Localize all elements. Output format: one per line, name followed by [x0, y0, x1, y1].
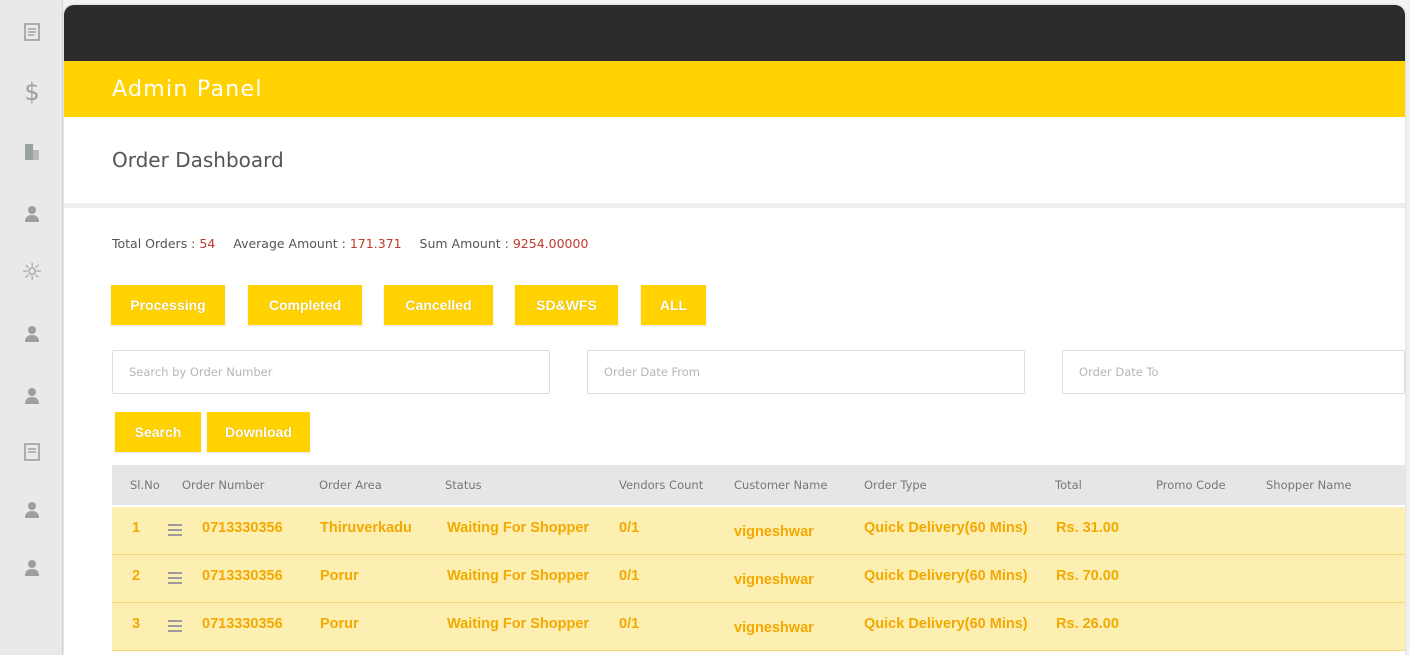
cancelled-filter-button[interactable]: Cancelled — [384, 285, 493, 325]
row-order-area: Thiruverkadu — [320, 520, 412, 536]
processing-filter-button[interactable]: Processing — [111, 285, 225, 325]
brand-bar: Admin Panel — [64, 61, 1405, 117]
header-sl-no[interactable]: Sl.No — [130, 478, 160, 492]
row-order-number[interactable]: 0713330356 — [202, 568, 283, 584]
user-icon[interactable] — [18, 320, 46, 348]
brand-title: Admin Panel — [112, 76, 263, 102]
total-orders-label: Total Orders : — [112, 236, 196, 251]
header-status[interactable]: Status — [445, 478, 482, 492]
row-order-number[interactable]: 0713330356 — [202, 520, 283, 536]
download-button-label: Download — [225, 424, 292, 440]
header-order-type[interactable]: Order Type — [864, 478, 927, 492]
row-vendors-count: 0/1 — [619, 520, 640, 536]
gear-icon[interactable]: ☼ — [18, 258, 46, 286]
orders-table-header: Sl.No Order Number Order Area Status Ven… — [112, 465, 1405, 505]
dollar-icon[interactable]: $ — [18, 78, 46, 106]
building-icon[interactable] — [18, 138, 46, 166]
user-icon[interactable] — [18, 496, 46, 524]
header-order-area[interactable]: Order Area — [319, 478, 382, 492]
menu-icon[interactable] — [168, 620, 182, 632]
sdwfs-filter-button[interactable]: SD&WFS — [515, 285, 618, 325]
top-bar — [64, 5, 1405, 61]
row-order-type: Quick Delivery(60 Mins) — [864, 568, 1028, 584]
cancelled-filter-label: Cancelled — [405, 297, 472, 313]
row-order-type: Quick Delivery(60 Mins) — [864, 520, 1028, 536]
row-status: Waiting For Shopper — [447, 520, 590, 536]
order-date-from-input[interactable] — [587, 350, 1025, 394]
all-filter-label: ALL — [659, 297, 688, 313]
row-vendors-count: 0/1 — [619, 568, 640, 584]
sum-amount-label: Sum Amount : — [419, 236, 509, 251]
row-order-area: Porur — [320, 616, 359, 632]
total-orders-value: 54 — [199, 236, 216, 251]
page-title: Order Dashboard — [112, 148, 284, 172]
row-status: Waiting For Shopper — [447, 616, 590, 632]
download-button[interactable]: Download — [207, 412, 310, 452]
processing-filter-label: Processing — [130, 297, 206, 313]
header-promo-code[interactable]: Promo Code — [1156, 478, 1226, 492]
header-total[interactable]: Total — [1055, 478, 1082, 492]
row-order-number[interactable]: 0713330356 — [202, 616, 283, 632]
row-total: Rs. 70.00 — [1056, 568, 1119, 584]
document-icon[interactable] — [18, 438, 46, 466]
order-date-to-input[interactable] — [1062, 350, 1405, 394]
header-customer-name[interactable]: Customer Name — [734, 478, 827, 492]
row-customer-name: vigneshwar — [734, 572, 814, 588]
menu-icon[interactable] — [168, 524, 182, 536]
user-icon[interactable] — [18, 200, 46, 228]
order-stats: Total Orders : 54 Average Amount : 171.3… — [112, 236, 588, 251]
sidebar: $ ☼ — [0, 0, 63, 655]
average-amount-label: Average Amount : — [233, 236, 346, 251]
sum-amount-value: 9254.00000 — [512, 236, 589, 251]
header-shopper-name[interactable]: Shopper Name — [1266, 478, 1352, 492]
completed-filter-label: Completed — [268, 297, 342, 313]
row-customer-name: vigneshwar — [734, 620, 814, 636]
row-total: Rs. 26.00 — [1056, 616, 1119, 632]
page-header: Order Dashboard — [64, 117, 1405, 208]
menu-icon[interactable] — [168, 572, 182, 584]
row-order-type: Quick Delivery(60 Mins) — [864, 616, 1028, 632]
user-icon[interactable] — [18, 554, 46, 582]
table-row[interactable]: 2 0713330356 Porur Waiting For Shopper 0… — [112, 555, 1405, 603]
row-sl-no: 2 — [132, 568, 141, 584]
search-button[interactable]: Search — [115, 412, 201, 452]
all-filter-button[interactable]: ALL — [641, 285, 706, 325]
row-sl-no: 3 — [132, 616, 141, 632]
row-vendors-count: 0/1 — [619, 616, 640, 632]
document-icon[interactable] — [18, 18, 46, 46]
row-total: Rs. 31.00 — [1056, 520, 1119, 536]
search-button-label: Search — [134, 424, 182, 440]
user-icon[interactable] — [18, 382, 46, 410]
row-customer-name: vigneshwar — [734, 524, 814, 540]
row-sl-no: 1 — [132, 520, 141, 536]
header-vendors-count[interactable]: Vendors Count — [619, 478, 703, 492]
header-order-number[interactable]: Order Number — [182, 478, 265, 492]
completed-filter-button[interactable]: Completed — [248, 285, 362, 325]
table-row[interactable]: 1 0713330356 Thiruverkadu Waiting For Sh… — [112, 507, 1405, 555]
row-status: Waiting For Shopper — [447, 568, 590, 584]
order-number-search-input[interactable] — [112, 350, 550, 394]
sdwfs-filter-label: SD&WFS — [536, 297, 597, 313]
average-amount-value: 171.371 — [349, 236, 402, 251]
table-row[interactable]: 3 0713330356 Porur Waiting For Shopper 0… — [112, 603, 1405, 651]
row-order-area: Porur — [320, 568, 359, 584]
